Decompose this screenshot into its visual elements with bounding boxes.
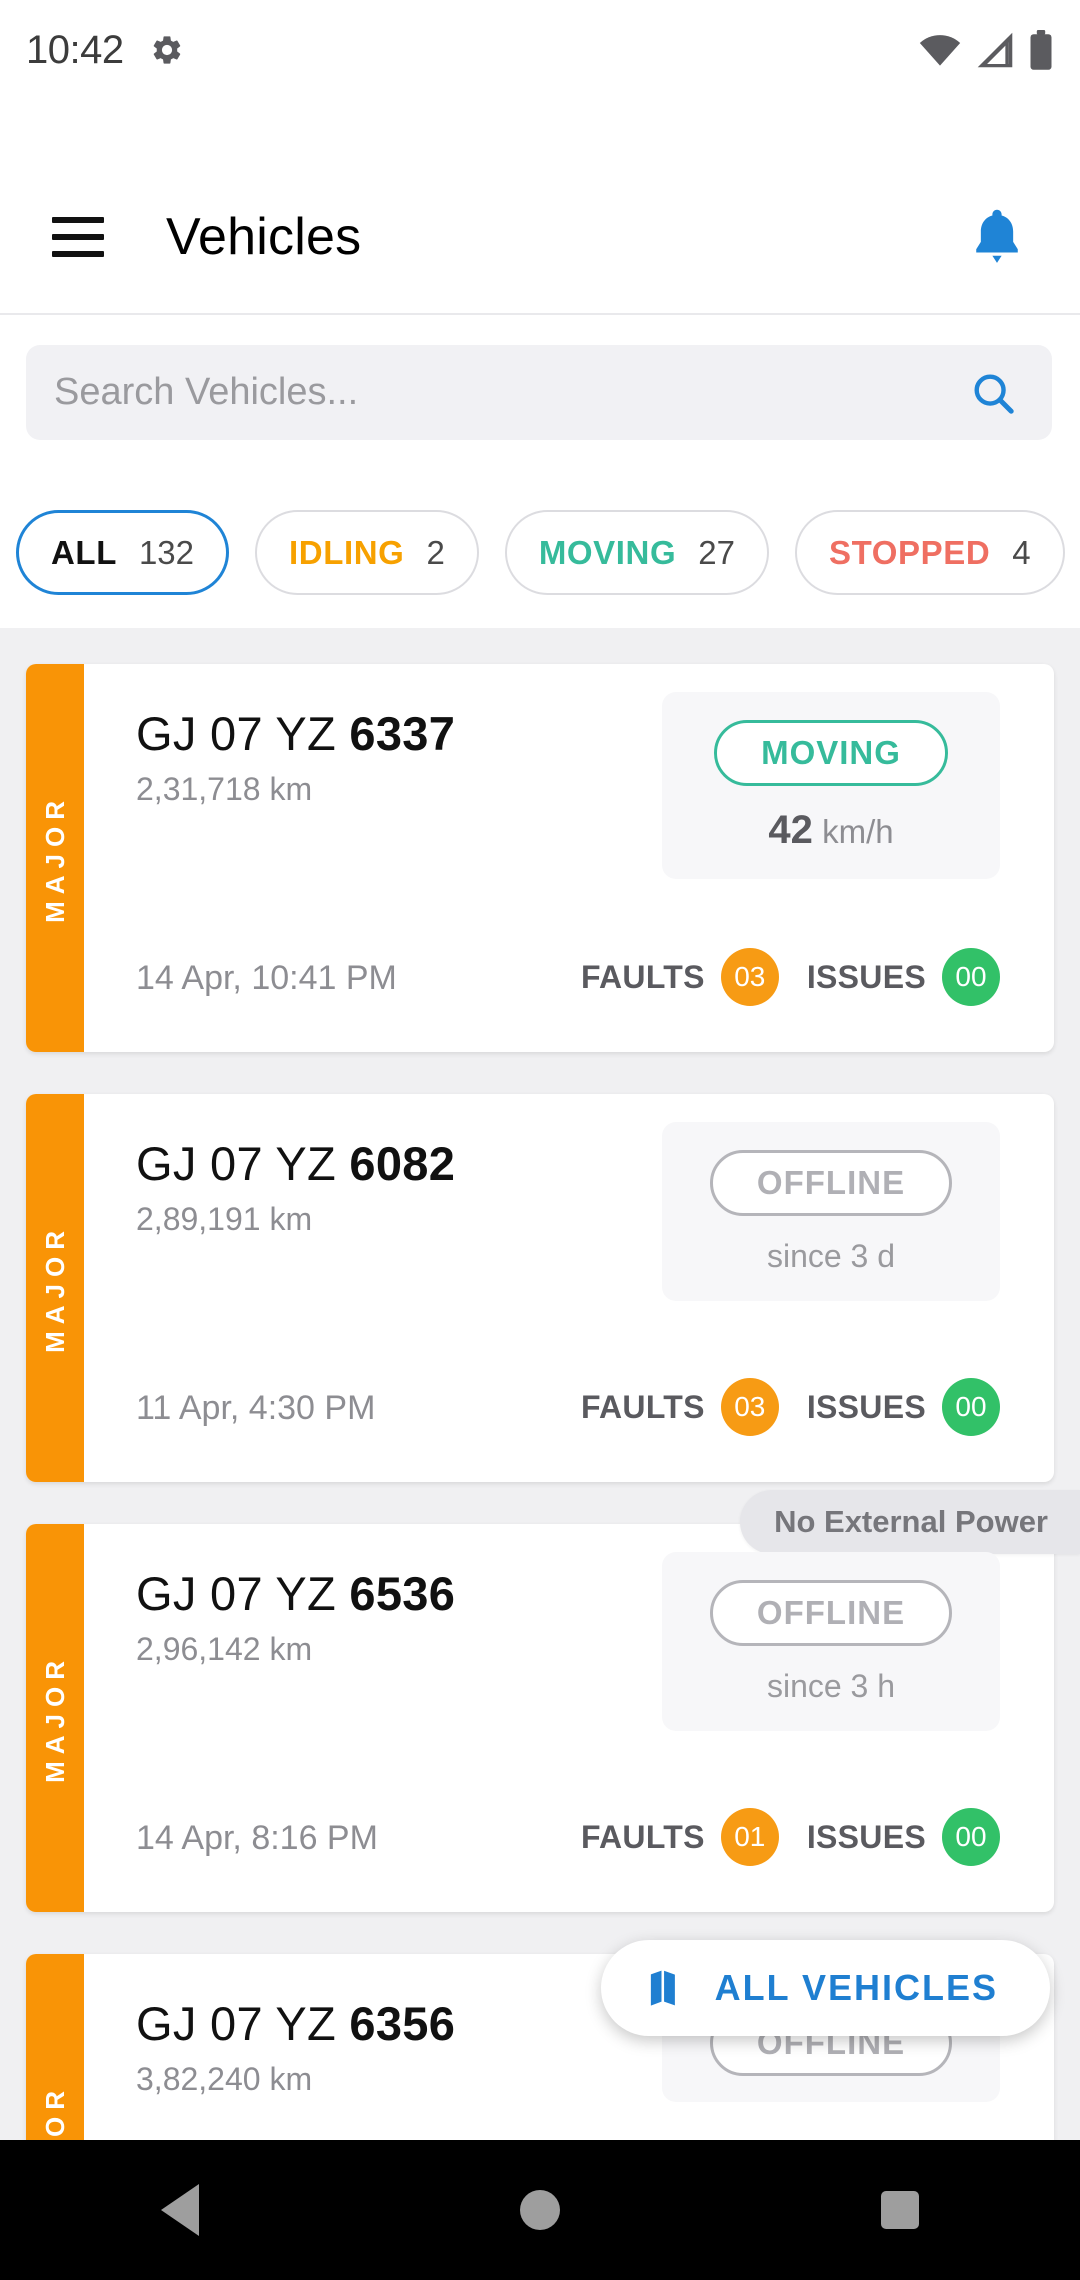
filter-chip-count: 27	[698, 533, 735, 571]
home-circle-icon[interactable]	[519, 2190, 560, 2230]
issues-label: ISSUES	[806, 1388, 926, 1425]
issues-label: ISSUES	[806, 958, 926, 995]
status-badge: OFFLINE	[709, 1580, 953, 1646]
status-badge: MOVING	[714, 720, 948, 786]
app-screen: 10:42 Vehicles Search Vehicles... ALL 13…	[0, 0, 1080, 2280]
registration-suffix: 6356	[349, 1997, 456, 2050]
status-badge-label: MOVING	[761, 734, 901, 771]
vehicle-card[interactable]: MAJOR GJ 07 YZ 6337 2,31,718 km 14 Apr, 10:…	[26, 664, 1054, 1052]
severity-strip: MAJOR	[26, 1524, 84, 1912]
offline-since-text: since 3 h	[766, 1668, 896, 1704]
vehicle-last-update-time: 14 Apr, 10:41 PM	[136, 959, 397, 997]
faults-count-badge: 03	[720, 1378, 779, 1436]
vehicle-card[interactable]: MAJOR GJ 07 YZ 6082 2,89,191 km 11 Apr, 4:3…	[26, 1094, 1054, 1482]
all-vehicles-map-button[interactable]: ALL VEHICLES	[600, 1940, 1050, 2036]
all-vehicles-label: ALL VEHICLES	[714, 1967, 998, 2008]
bell-icon[interactable]	[968, 207, 1026, 267]
vehicle-counters: FAULTS 03 ISSUES 00	[581, 1378, 1000, 1436]
vehicle-card[interactable]: MAJOR No External Power GJ 07 YZ 6536 2,96,…	[26, 1490, 1080, 1912]
severity-label: MAJOR	[40, 2084, 71, 2140]
vehicle-status-panel: OFFLINE since 3 d	[662, 1122, 1000, 1301]
status-sub-text: 42 km/h	[768, 808, 893, 853]
vehicle-counters: FAULTS 03 ISSUES 00	[581, 948, 1000, 1006]
battery-icon	[1030, 30, 1052, 70]
issues-count-badge: 00	[942, 1808, 1000, 1866]
app-bar: Vehicles	[0, 172, 1080, 302]
filter-chip-all[interactable]: ALL 132	[16, 510, 230, 595]
status-bar-indicators	[918, 29, 1054, 71]
faults-label: FAULTS	[580, 958, 705, 995]
page-title: Vehicles	[166, 208, 362, 266]
status-badge-label: OFFLINE	[756, 1164, 906, 1201]
faults-label: FAULTS	[580, 1388, 705, 1425]
back-triangle-icon[interactable]	[160, 2184, 199, 2236]
vehicle-speed-unit: km/h	[812, 813, 894, 850]
filter-chip-count: 4	[1012, 533, 1031, 571]
map-icon	[650, 1970, 675, 2006]
filter-chip-count: 132	[138, 533, 195, 571]
issues-label: ISSUES	[806, 1818, 926, 1855]
registration-prefix: GJ 07 YZ	[136, 707, 350, 760]
severity-strip: MAJOR	[26, 664, 84, 1052]
filter-chip-label: IDLING	[289, 533, 405, 571]
android-nav-bar	[0, 2140, 1080, 2280]
status-bar: 10:42	[0, 0, 1080, 100]
registration-prefix: GJ 07 YZ	[136, 1137, 350, 1190]
faults-count-badge: 03	[720, 948, 779, 1006]
issues-count-badge: 00	[942, 948, 1000, 1006]
faults-count-badge: 01	[720, 1808, 779, 1866]
filter-chip-label: ALL	[51, 533, 117, 571]
severity-strip: MAJOR	[26, 1094, 84, 1482]
vehicle-status-panel: OFFLINE since 3 h	[662, 1552, 1000, 1731]
issues-count-badge: 00	[942, 1378, 1000, 1436]
filter-chip-moving[interactable]: MOVING 27	[504, 510, 769, 595]
vehicle-card-body: GJ 07 YZ 6337 2,31,718 km 14 Apr, 10:41 PM…	[84, 664, 1054, 1052]
search-input[interactable]	[54, 371, 970, 414]
filter-chip-label: MOVING	[538, 533, 677, 571]
no-external-power-badge: No External Power	[740, 1490, 1080, 1554]
filter-chip-stopped[interactable]: STOPPED 4	[794, 510, 1065, 595]
severity-label: MAJOR	[39, 1223, 70, 1353]
hamburger-menu-icon[interactable]	[52, 217, 104, 257]
filter-chip-row[interactable]: ALL 132 IDLING 2 MOVING 27 STOPPED 4	[0, 505, 1080, 600]
status-badge-label: OFFLINE	[756, 1594, 906, 1631]
registration-suffix: 6082	[349, 1137, 456, 1190]
registration-suffix: 6536	[349, 1567, 456, 1620]
search-icon[interactable]	[970, 370, 1016, 416]
vehicle-last-update-time: 11 Apr, 4:30 PM	[136, 1389, 376, 1427]
hamburger-line	[52, 234, 104, 240]
status-badge: OFFLINE	[709, 1150, 953, 1216]
vehicle-speed-value: 42	[768, 808, 813, 852]
filter-chip-idling[interactable]: IDLING 2	[255, 510, 479, 595]
vehicle-card-body: GJ 07 YZ 6082 2,89,191 km 11 Apr, 4:30 PM O…	[84, 1094, 1054, 1482]
severity-strip: MAJOR	[26, 1954, 84, 2140]
filter-chip-label: STOPPED	[828, 533, 991, 571]
faults-label: FAULTS	[580, 1818, 705, 1855]
hamburger-line	[52, 217, 104, 223]
search-bar[interactable]	[26, 345, 1052, 440]
hamburger-line	[52, 251, 104, 257]
offline-since-text: since 3 d	[766, 1238, 896, 1274]
wifi-icon	[919, 35, 961, 66]
registration-prefix: GJ 07 YZ	[136, 1567, 350, 1620]
vehicle-last-update-time: 14 Apr, 8:16 PM	[136, 1819, 378, 1857]
gear-icon	[153, 36, 180, 64]
registration-prefix: GJ 07 YZ	[136, 1997, 350, 2050]
cellular-signal-icon	[977, 32, 1013, 68]
vehicle-list[interactable]: MAJOR GJ 07 YZ 6337 2,31,718 km 14 Apr, 10:…	[0, 628, 1080, 2140]
registration-suffix: 6337	[349, 707, 456, 760]
recents-square-icon[interactable]	[881, 2191, 920, 2229]
vehicle-counters: FAULTS 01 ISSUES 00	[581, 1808, 1000, 1866]
filter-chip-count: 2	[426, 533, 445, 571]
severity-label: MAJOR	[39, 1653, 70, 1783]
header-divider	[0, 313, 1080, 315]
vehicle-status-panel: MOVING 42 km/h	[662, 692, 1000, 879]
vehicle-card-body: No External Power GJ 07 YZ 6536 2,96,142 k…	[84, 1490, 1080, 1912]
status-bar-clock: 10:42	[26, 27, 124, 72]
severity-label: MAJOR	[39, 793, 70, 923]
